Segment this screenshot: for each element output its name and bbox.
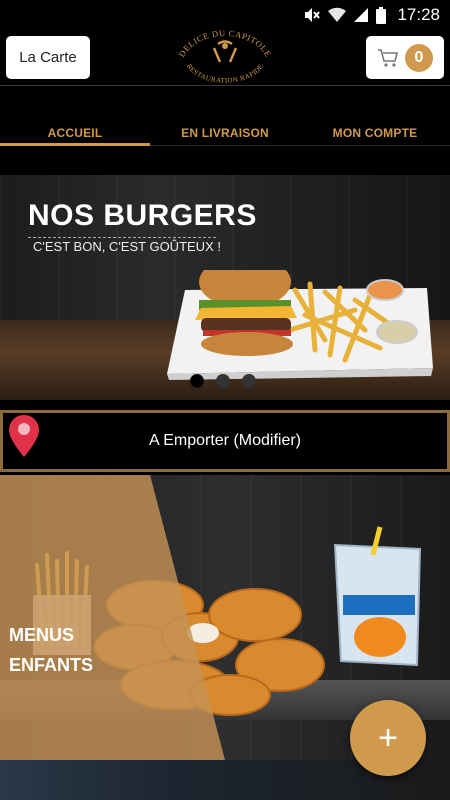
app-header: La Carte DELICE DU CAPITOLE RESTAURATION…	[0, 28, 450, 86]
carousel-dot-3[interactable]	[242, 374, 256, 388]
tab-bar: ACCUEIL EN LIVRAISON MON COMPTE	[0, 86, 450, 146]
category-label-line1: MENUS	[9, 625, 75, 645]
svg-text:RESTAURATION RAPIDE: RESTAURATION RAPIDE	[185, 62, 265, 84]
carousel-dot-1[interactable]	[190, 374, 204, 388]
cart-icon	[378, 48, 399, 67]
banner-divider	[28, 237, 216, 238]
cart-button[interactable]: 0	[366, 36, 444, 79]
location-pin-icon	[9, 415, 39, 457]
order-mode-selector[interactable]: A Emporter (Modifier)	[0, 410, 450, 472]
add-fab-button[interactable]: +	[350, 700, 426, 776]
menu-button[interactable]: La Carte	[6, 36, 90, 79]
active-tab-indicator	[0, 143, 150, 146]
carousel-dots	[190, 374, 256, 388]
banner-subtitle: C'EST BON, C'EST GOÛTEUX !	[33, 239, 221, 254]
cart-count-badge: 0	[405, 43, 433, 72]
order-mode-label: A Emporter (Modifier)	[148, 432, 302, 449]
promo-banner[interactable]: NOS BURGERS C'EST BON, C'EST GOÛTEUX !	[0, 175, 450, 400]
mute-icon	[305, 8, 321, 22]
plus-icon: +	[378, 719, 398, 757]
clock: 17:28	[397, 5, 440, 24]
battery-icon	[376, 6, 387, 24]
tab-mon-compte[interactable]: MON COMPTE	[300, 126, 450, 146]
banner-title: NOS BURGERS	[28, 199, 257, 232]
signal-icon	[354, 8, 369, 22]
category-label-line2: ENFANTS	[9, 655, 94, 675]
burger-and-fries-image	[167, 270, 433, 380]
wifi-icon	[328, 7, 347, 23]
tab-en-livraison[interactable]: EN LIVRAISON	[150, 126, 300, 146]
logo-graphic: DELICE DU CAPITOLE RESTAURATION RAPIDE	[177, 28, 273, 85]
restaurant-logo[interactable]: DELICE DU CAPITOLE RESTAURATION RAPIDE	[168, 28, 282, 86]
category-label: MENUS ENFANTS	[9, 620, 119, 680]
status-bar: 17:28	[0, 0, 450, 30]
carousel-dot-2[interactable]	[216, 374, 230, 388]
